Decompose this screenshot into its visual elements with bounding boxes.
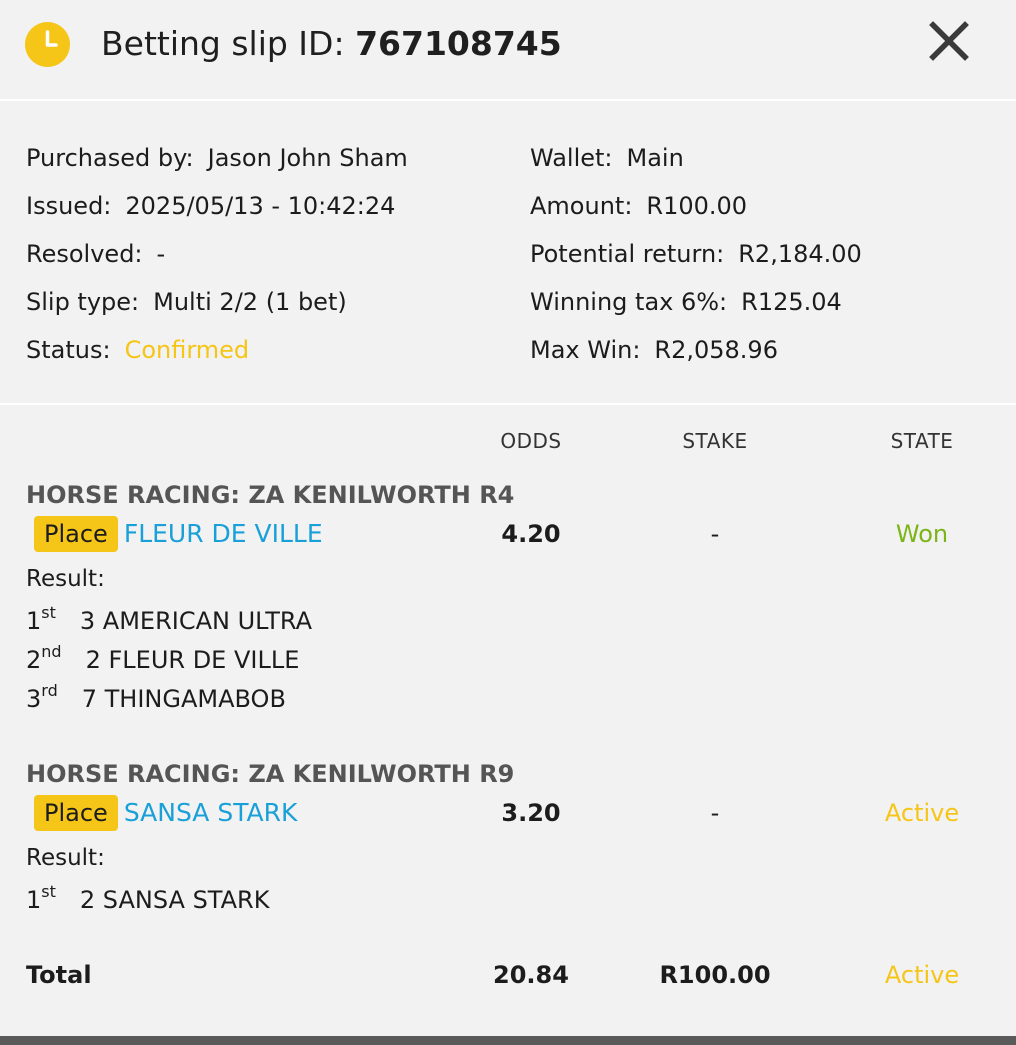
event-title: HORSE RACING: ZA KENILWORTH R9 xyxy=(26,760,515,788)
close-icon[interactable] xyxy=(925,18,973,64)
max-win-row: Max Win: R2,058.96 xyxy=(530,335,778,365)
slip-header: Betting slip ID: 767108745 xyxy=(0,0,1016,101)
resolved-label: Resolved: xyxy=(26,240,143,268)
bet-selection-row: Place SANSA STARK xyxy=(34,795,297,833)
total-label: Total xyxy=(26,961,92,989)
result-label: Result: xyxy=(26,566,105,592)
bets-table: ODDS STAKE STATE HORSE RACING: ZA KENILW… xyxy=(0,407,1016,1045)
resolved-row: Resolved: - xyxy=(26,239,165,269)
event-title: HORSE RACING: ZA KENILWORTH R4 xyxy=(26,481,515,509)
bet-odds: 3.20 xyxy=(501,799,561,827)
bet-state: Won xyxy=(895,520,949,548)
result-placing: 2nd 2 FLEUR DE VILLE xyxy=(26,642,299,674)
placing-position: 3 xyxy=(26,685,42,713)
purchased-by-value: Jason John Sham xyxy=(207,144,408,172)
wallet-label: Wallet: xyxy=(530,144,613,172)
issued-value: 2025/05/13 - 10:42:24 xyxy=(125,192,396,220)
bet-selection-row: Place FLEUR DE VILLE xyxy=(34,516,323,554)
status-badge: Confirmed xyxy=(124,336,250,364)
selection-link[interactable]: FLEUR DE VILLE xyxy=(124,516,323,552)
placing-position: 2 xyxy=(26,646,42,674)
placing-position: 1 xyxy=(26,607,42,635)
resolved-value: - xyxy=(156,240,166,268)
placing-horse: 7 THINGAMABOB xyxy=(81,685,286,713)
placing-suffix: nd xyxy=(41,642,62,661)
slip-type-row: Slip type: Multi 2/2 (1 bet) xyxy=(26,287,347,317)
max-win-label: Max Win: xyxy=(530,336,641,364)
bet-odds: 4.20 xyxy=(501,520,561,548)
placing-horse: 3 AMERICAN ULTRA xyxy=(79,607,313,635)
selection-link[interactable]: SANSA STARK xyxy=(124,795,298,831)
amount-label: Amount: xyxy=(530,192,633,220)
column-header-stake: STAKE xyxy=(682,429,748,453)
amount-row: Amount: R100.00 xyxy=(530,191,747,221)
bet-state: Active xyxy=(884,799,960,827)
placing-position: 1 xyxy=(26,886,42,914)
slip-type-label: Slip type: xyxy=(26,288,140,316)
total-odds: 20.84 xyxy=(493,961,569,989)
placing-suffix: st xyxy=(41,603,56,622)
slip-info: Purchased by: Jason John Sham Issued: 2025… xyxy=(0,103,1016,405)
placing-horse: 2 SANSA STARK xyxy=(79,886,270,914)
max-win-value: R2,058.96 xyxy=(654,336,778,364)
slip-type-value: Multi 2/2 (1 bet) xyxy=(153,288,347,316)
column-header-state: STATE xyxy=(890,429,954,453)
clock-icon xyxy=(25,22,70,67)
market-badge: Place xyxy=(34,795,118,831)
winning-tax-row: Winning tax 6%: R125.04 xyxy=(530,287,842,317)
purchased-by-row: Purchased by: Jason John Sham xyxy=(26,143,408,173)
title-prefix: Betting slip ID: xyxy=(101,24,356,63)
placing-suffix: st xyxy=(41,882,56,901)
potential-return-row: Potential return: R2,184.00 xyxy=(530,239,862,269)
potential-return-value: R2,184.00 xyxy=(738,240,862,268)
issued-row: Issued: 2025/05/13 - 10:42:24 xyxy=(26,191,395,221)
page-title: Betting slip ID: 767108745 xyxy=(101,22,562,66)
result-placing: 1st 2 SANSA STARK xyxy=(26,882,269,914)
bet-stake: - xyxy=(710,799,720,827)
status-row: Status: Confirmed xyxy=(26,335,249,365)
issued-label: Issued: xyxy=(26,192,112,220)
market-badge: Place xyxy=(34,516,118,552)
result-placing: 3rd 7 THINGAMABOB xyxy=(26,681,286,713)
amount-value: R100.00 xyxy=(646,192,748,220)
bottom-bar xyxy=(0,1036,1016,1045)
total-stake: R100.00 xyxy=(659,961,771,989)
status-label: Status: xyxy=(26,336,111,364)
winning-tax-label: Winning tax 6%: xyxy=(530,288,728,316)
placing-horse: 2 FLEUR DE VILLE xyxy=(85,646,300,674)
placing-suffix: rd xyxy=(41,681,58,700)
purchased-by-label: Purchased by: xyxy=(26,144,194,172)
wallet-row: Wallet: Main xyxy=(530,143,684,173)
result-placing: 1st 3 AMERICAN ULTRA xyxy=(26,603,312,635)
wallet-value: Main xyxy=(626,144,684,172)
winning-tax-value: R125.04 xyxy=(741,288,842,316)
potential-return-label: Potential return: xyxy=(530,240,725,268)
total-state: Active xyxy=(884,961,960,989)
result-label: Result: xyxy=(26,845,105,871)
column-header-odds: ODDS xyxy=(500,429,562,453)
bet-stake: - xyxy=(710,520,720,548)
slip-id: 767108745 xyxy=(355,24,562,63)
